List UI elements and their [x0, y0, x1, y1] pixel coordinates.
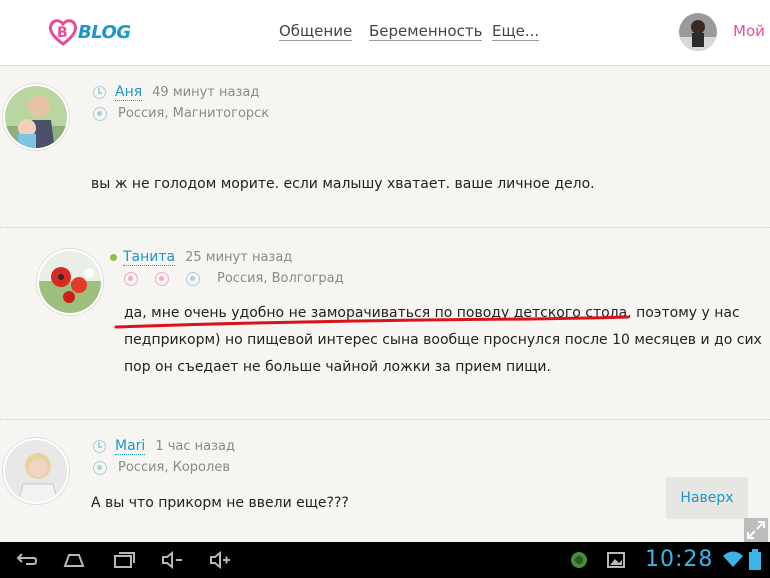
author-link-anya[interactable]: Аня — [115, 84, 143, 101]
comment-meta-mari: Mari 1 час назад — [93, 438, 235, 455]
comment-location-line: Россия, Волгоград — [124, 271, 344, 286]
comment-location: Россия, Королев — [118, 460, 230, 475]
comment-meta-tanita: Танита 25 минут назад — [110, 249, 292, 266]
comment-location: Россия, Волгоград — [217, 271, 344, 286]
avatar-anya-image — [5, 86, 67, 148]
system-clock: 10:28 — [645, 547, 714, 572]
home-icon[interactable] — [62, 552, 86, 568]
user-avatar-image — [679, 13, 717, 51]
comment-text-line: педприкорм) но пищевой интерес сына вооб… — [124, 332, 762, 348]
comment-meta-anya: Аня 49 минут назад — [93, 84, 259, 101]
back-to-top-button[interactable]: Наверх — [666, 477, 748, 519]
comment-text-anya: вы ж не голодом морите. если малышу хват… — [91, 176, 595, 192]
resize-window-icon[interactable] — [744, 518, 768, 542]
logo-text: BLOG — [78, 21, 131, 43]
avatar-tanita[interactable] — [37, 249, 103, 315]
system-navigation-bar: 10:28 — [0, 542, 770, 578]
wifi-icon — [723, 551, 743, 567]
comment-location-line: Россия, Магнитогорск — [93, 106, 269, 121]
user-avatar[interactable] — [679, 13, 717, 51]
nav-beremennost[interactable]: Беременность — [369, 22, 483, 41]
author-link-tanita[interactable]: Танита — [123, 249, 176, 266]
battery-icon — [749, 549, 761, 570]
clock-icon — [93, 86, 106, 99]
avatar-tanita-image — [39, 251, 101, 313]
baby-girl-icon — [124, 271, 138, 286]
comment-location: Россия, Магнитогорск — [118, 106, 270, 121]
nav-eshche[interactable]: Еще... — [492, 22, 540, 41]
baby-icon — [93, 460, 107, 475]
clock-icon — [93, 440, 106, 453]
my-diary-link[interactable]: Мой дневник — [733, 22, 770, 40]
avatar-mari-image — [5, 440, 67, 502]
top-bar: B BLOG Общение Беременность Еще... Мой д… — [0, 0, 770, 66]
online-status-icon — [110, 254, 117, 261]
baby-icon — [186, 271, 200, 286]
comment-location-line: Россия, Королев — [93, 460, 230, 475]
comment-time: 1 час назад — [155, 439, 235, 454]
volume-up-icon[interactable] — [208, 551, 232, 569]
back-icon[interactable] — [14, 552, 38, 568]
volume-down-icon[interactable] — [160, 551, 184, 569]
babyblog-logo[interactable]: B BLOG — [48, 14, 131, 50]
comment-time: 49 минут назад — [152, 85, 260, 100]
avatar-mari[interactable] — [3, 438, 69, 504]
comment-text-tanita: да, мне очень удобно не заморачиваться п… — [124, 300, 764, 381]
baby-icon — [93, 106, 107, 121]
svg-text:B: B — [57, 25, 68, 41]
red-underline-annotation — [114, 315, 629, 329]
comment-text-line: пор он съедает не больше чайной ложки за… — [124, 359, 551, 375]
resize-arrows-icon — [747, 521, 765, 539]
comment-divider — [0, 419, 770, 420]
nav-obshchenie[interactable]: Общение — [279, 22, 353, 41]
recent-apps-icon[interactable] — [112, 551, 136, 569]
android-app-icon — [571, 552, 587, 568]
comment-divider — [0, 227, 770, 228]
gallery-icon — [607, 552, 625, 568]
heart-logo-icon: B — [48, 19, 78, 46]
comment-time: 25 минут назад — [185, 250, 293, 265]
avatar-anya[interactable] — [3, 84, 69, 150]
comment-text-line: поэтому у нас — [631, 305, 740, 321]
comment-text-mari: А вы что прикорм не ввели еще??? — [91, 495, 349, 511]
author-link-mari[interactable]: Mari — [115, 438, 146, 455]
baby-girl-icon — [155, 271, 169, 286]
